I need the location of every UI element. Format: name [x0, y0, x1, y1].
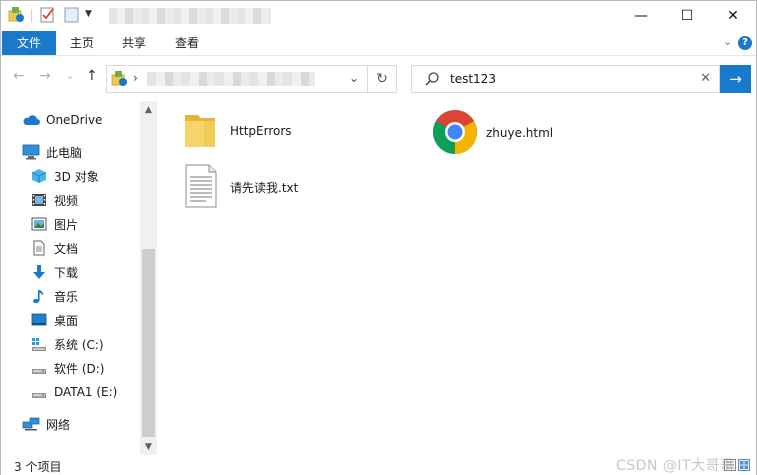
nav-item-drive-e[interactable]: DATA1 (E:)	[1, 381, 139, 403]
search-box[interactable]: ✕	[411, 65, 720, 93]
file-name: 请先读我.txt	[230, 180, 299, 195]
path-chevron-icon[interactable]: ›	[133, 71, 138, 85]
nav-item-label: 软件 (D:)	[54, 361, 105, 376]
nav-item-videos[interactable]: 视频	[1, 189, 139, 211]
this-pc-location-icon	[111, 70, 129, 91]
search-input[interactable]	[450, 70, 690, 88]
quick-access-separator	[31, 9, 32, 23]
address-path-redacted	[147, 72, 315, 86]
nav-item-label: 视频	[54, 193, 79, 208]
ribbon-tabs: 文件 主页 共享 查看 ⌄ ?	[1, 31, 756, 55]
maximize-button[interactable]: ☐	[664, 1, 710, 31]
nav-item-label: 此电脑	[46, 145, 83, 160]
nav-item-label: 网络	[46, 417, 71, 432]
nav-item-label: 下载	[54, 265, 79, 280]
file-name: zhuye.html	[486, 126, 554, 140]
chrome-icon	[432, 109, 478, 158]
folder-icon	[182, 107, 218, 156]
nav-item-drive-d[interactable]: 软件 (D:)	[1, 357, 139, 379]
nav-item-documents[interactable]: 文档	[1, 237, 139, 259]
explorer-app-icon	[8, 6, 26, 24]
item-count: 3 个项目	[14, 460, 62, 474]
expand-ribbon-icon[interactable]: ⌄	[723, 35, 732, 48]
windows-drive-icon	[30, 336, 48, 352]
search-icon	[424, 71, 440, 90]
file-item[interactable]: 请先读我.txt	[184, 159, 298, 215]
text-file-icon	[184, 163, 218, 212]
cloud-icon	[22, 112, 40, 128]
documents-icon	[30, 240, 48, 256]
cube-icon	[30, 168, 48, 184]
scrollbar-thumb[interactable]	[142, 249, 155, 437]
view-toggle-icons[interactable]	[724, 459, 750, 471]
nav-item-onedrive[interactable]: OneDrive	[1, 109, 139, 131]
watermark: CSDN @IT大哥哥	[616, 458, 735, 474]
nav-item-label: 桌面	[54, 313, 79, 328]
nav-item-network[interactable]: 网络	[1, 413, 139, 435]
nav-item-desktop[interactable]: 桌面	[1, 309, 139, 331]
navigation-scrollbar[interactable]: ▲ ▼	[140, 101, 157, 455]
tab-file[interactable]: 文件	[2, 31, 56, 55]
scroll-down-arrow-icon[interactable]: ▼	[140, 438, 157, 455]
video-icon	[30, 192, 48, 208]
refresh-button[interactable]: ↻	[368, 65, 397, 93]
search-go-button[interactable]: →	[720, 65, 751, 93]
drive-icon	[30, 360, 48, 376]
navigation-pane: OneDrive 此电脑 3D 对象 视频 图片 文档 下载 音乐 桌面 系统 …	[1, 101, 158, 455]
clear-search-button[interactable]: ✕	[700, 71, 711, 86]
title-bar: ▼ — ☐ ✕	[1, 1, 756, 31]
up-button[interactable]: ↑	[86, 68, 98, 84]
customize-quick-access-icon[interactable]: ▼	[85, 9, 103, 27]
nav-item-3d-objects[interactable]: 3D 对象	[1, 165, 139, 187]
minimize-button[interactable]: —	[618, 1, 664, 31]
nav-item-pictures[interactable]: 图片	[1, 213, 139, 235]
nav-item-label: DATA1 (E:)	[54, 385, 118, 399]
status-bar: 3 个项目 CSDN @IT大哥哥	[1, 455, 756, 475]
nav-item-label: 3D 对象	[54, 169, 99, 184]
back-button[interactable]: ←	[13, 68, 25, 84]
nav-item-label: 文档	[54, 241, 79, 256]
properties-quick-icon[interactable]	[39, 6, 57, 24]
scroll-up-arrow-icon[interactable]: ▲	[140, 101, 157, 118]
file-item[interactable]: HttpErrors	[182, 103, 292, 159]
nav-item-label: 系统 (C:)	[54, 337, 104, 352]
file-name: HttpErrors	[230, 124, 292, 138]
new-folder-quick-icon[interactable]	[63, 6, 81, 24]
nav-item-music[interactable]: 音乐	[1, 285, 139, 307]
desktop-icon	[30, 312, 48, 328]
nav-item-label: 音乐	[54, 289, 79, 304]
nav-item-this-pc[interactable]: 此电脑	[1, 141, 139, 163]
address-bar[interactable]: › ⌄	[106, 65, 368, 93]
computer-icon	[22, 144, 40, 160]
file-explorer-window: ▼ — ☐ ✕ 文件 主页 共享 查看 ⌄ ? ← → ⌄ ↑ › ⌄ ↻ te…	[0, 0, 757, 475]
drive-icon	[30, 384, 48, 400]
nav-item-label: OneDrive	[46, 113, 103, 127]
nav-item-label: 图片	[54, 217, 79, 232]
network-icon	[22, 416, 40, 432]
address-row: ← → ⌄ ↑ › ⌄ ↻ ✕	[1, 55, 756, 101]
tab-share[interactable]: 共享	[111, 31, 157, 55]
tab-home[interactable]: 主页	[59, 31, 105, 55]
file-item[interactable]: zhuye.html	[432, 105, 553, 161]
recent-locations-button[interactable]: ⌄	[66, 71, 74, 82]
nav-item-downloads[interactable]: 下载	[1, 261, 139, 283]
help-icon[interactable]: ?	[738, 36, 752, 50]
file-list: HttpErrors zhuye.html 请先读我.txt	[158, 101, 756, 455]
music-icon	[30, 288, 48, 304]
tab-view[interactable]: 查看	[164, 31, 210, 55]
forward-button[interactable]: →	[39, 68, 51, 84]
address-dropdown-button[interactable]: ⌄	[349, 71, 359, 85]
download-icon	[30, 264, 48, 280]
close-button[interactable]: ✕	[710, 1, 756, 31]
pictures-icon	[30, 216, 48, 232]
window-title-redacted	[109, 8, 271, 24]
nav-item-drive-c[interactable]: 系统 (C:)	[1, 333, 139, 355]
